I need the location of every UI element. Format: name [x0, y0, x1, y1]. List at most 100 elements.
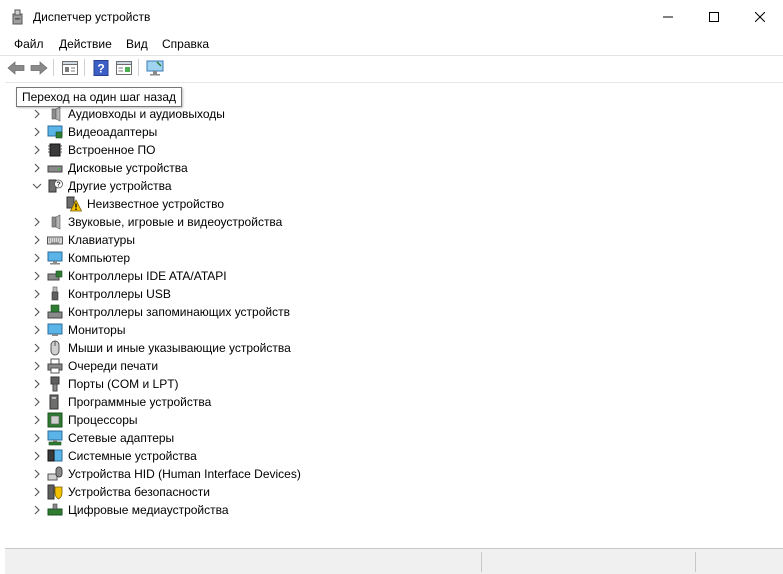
tree-item-ide-controllers[interactable]: Контроллеры IDE ATA/ATAPI	[5, 267, 765, 285]
tree-item-label: Аудиовходы и аудиовыходы	[68, 107, 225, 121]
tree-item-mice[interactable]: Мыши и иные указывающие устройства	[5, 339, 765, 357]
device-manager-app-icon	[12, 9, 23, 25]
tree-item-audio-io[interactable]: Аудиовходы и аудиовыходы	[5, 105, 765, 123]
tree-item-label: Порты (COM и LPT)	[68, 377, 179, 391]
maximize-button[interactable]	[691, 0, 737, 34]
chevron-down-icon[interactable]	[32, 181, 42, 191]
chevron-right-icon[interactable]	[32, 505, 42, 515]
network-adapter-icon	[47, 430, 63, 446]
chevron-right-icon[interactable]	[32, 397, 42, 407]
warning-device-icon	[66, 196, 82, 212]
properties-icon	[62, 61, 78, 75]
chevron-right-icon[interactable]	[32, 379, 42, 389]
device-tree[interactable]: Аудиовходы и аудиовыходы Видеоадаптеры В…	[5, 82, 783, 549]
close-button[interactable]	[737, 0, 783, 34]
chevron-right-icon[interactable]	[32, 145, 42, 155]
chevron-right-icon[interactable]	[32, 361, 42, 371]
back-arrow-icon	[7, 61, 25, 75]
status-divider	[695, 552, 696, 572]
storage-controller-icon	[47, 304, 63, 319]
unknown-device-icon: ?	[48, 179, 63, 193]
close-icon	[755, 12, 765, 22]
back-button[interactable]	[6, 58, 26, 78]
tree-item-storage-controllers[interactable]: Контроллеры запоминающих устройств	[5, 303, 765, 321]
device-view-button[interactable]	[114, 58, 134, 78]
tree-item-disk-drives[interactable]: Дисковые устройства	[5, 159, 765, 177]
tree-item-label: Контроллеры USB	[68, 287, 171, 301]
chevron-right-icon[interactable]	[32, 325, 42, 335]
speaker-icon	[51, 214, 61, 230]
chevron-right-icon[interactable]	[32, 451, 42, 461]
software-device-icon	[49, 394, 59, 410]
chevron-right-icon[interactable]	[32, 307, 42, 317]
menu-view[interactable]: Вид	[126, 37, 148, 51]
tree-item-firmware[interactable]: Встроенное ПО	[5, 141, 765, 159]
toolbar-separator	[53, 59, 54, 76]
tree-item-sound-video[interactable]: Звуковые, игровые и видеоустройства	[5, 213, 765, 231]
toolbar-separator	[84, 59, 85, 76]
tree-item-software-devices[interactable]: Программные устройства	[5, 393, 765, 411]
chevron-right-icon[interactable]	[32, 109, 42, 119]
menu-help[interactable]: Справка	[162, 37, 209, 51]
processor-icon	[47, 412, 63, 428]
printer-icon	[47, 358, 63, 374]
tree-item-label: Неизвестное устройство	[87, 197, 225, 211]
maximize-icon	[709, 12, 719, 22]
chevron-right-icon[interactable]	[32, 235, 42, 245]
status-bar	[5, 548, 783, 574]
chevron-right-icon[interactable]	[32, 289, 42, 299]
tree-item-other-devices[interactable]: ? Другие устройства	[5, 177, 765, 195]
scan-hardware-button[interactable]	[145, 58, 165, 78]
tree-item-label: Контроллеры IDE ATA/ATAPI	[68, 269, 227, 283]
tree-item-processors[interactable]: Процессоры	[5, 411, 765, 429]
firmware-icon	[48, 143, 62, 157]
tree-item-security-devices[interactable]: Устройства безопасности	[5, 483, 765, 501]
tree-item-hid[interactable]: Устройства HID (Human Interface Devices)	[5, 465, 765, 483]
chevron-right-icon[interactable]	[32, 415, 42, 425]
chevron-right-icon[interactable]	[32, 433, 42, 443]
tree-item-label: Процессоры	[68, 413, 138, 427]
chevron-right-icon[interactable]	[32, 217, 42, 227]
tree-item-display-adapters[interactable]: Видеоадаптеры	[5, 123, 765, 141]
minimize-button[interactable]	[645, 0, 691, 34]
tree-item-computer[interactable]: Компьютер	[5, 249, 765, 267]
disk-drive-icon	[47, 165, 63, 173]
tree-item-monitors[interactable]: Мониторы	[5, 321, 765, 339]
tree-item-unknown-device[interactable]: Неизвестное устройство	[5, 195, 765, 213]
tree-item-media-devices[interactable]: Цифровые медиаустройства	[5, 501, 765, 519]
tree-item-usb-controllers[interactable]: Контроллеры USB	[5, 285, 765, 303]
tree-item-network-adapters[interactable]: Сетевые адаптеры	[5, 429, 765, 447]
device-view-icon	[116, 61, 132, 75]
toolbar: ?	[0, 56, 783, 80]
toolbar-separator	[138, 59, 139, 76]
chevron-right-icon[interactable]	[32, 127, 42, 137]
chevron-right-icon[interactable]	[32, 253, 42, 263]
tree-item-keyboards[interactable]: Клавиатуры	[5, 231, 765, 249]
computer-icon	[47, 251, 63, 265]
tree-item-label: Цифровые медиаустройства	[68, 503, 229, 517]
forward-button[interactable]	[29, 58, 49, 78]
monitor-icon	[47, 323, 63, 336]
menu-file[interactable]: Файл	[14, 37, 44, 51]
menu-action[interactable]: Действие	[59, 37, 112, 51]
ide-controller-icon	[47, 270, 63, 281]
tree-item-label: Мониторы	[68, 323, 126, 337]
chevron-right-icon[interactable]	[32, 163, 42, 173]
chevron-right-icon[interactable]	[32, 343, 42, 353]
security-device-icon	[47, 484, 63, 500]
tree-item-label: Устройства HID (Human Interface Devices)	[68, 467, 301, 481]
tree-item-ports[interactable]: Порты (COM и LPT)	[5, 375, 765, 393]
tree-item-label: Контроллеры запоминающих устройств	[68, 305, 290, 319]
tree-item-print-queues[interactable]: Очереди печати	[5, 357, 765, 375]
display-adapter-icon	[47, 125, 63, 139]
properties-button[interactable]	[60, 58, 80, 78]
chevron-right-icon[interactable]	[32, 487, 42, 497]
tree-item-label: Другие устройства	[68, 179, 172, 193]
title-bar: Диспетчер устройств	[0, 0, 783, 34]
chevron-right-icon[interactable]	[32, 469, 42, 479]
usb-icon	[51, 286, 59, 301]
chevron-right-icon[interactable]	[32, 271, 42, 281]
tree-item-system-devices[interactable]: Системные устройства	[5, 447, 765, 465]
help-button[interactable]: ?	[91, 58, 111, 78]
scan-hardware-icon	[146, 60, 164, 76]
